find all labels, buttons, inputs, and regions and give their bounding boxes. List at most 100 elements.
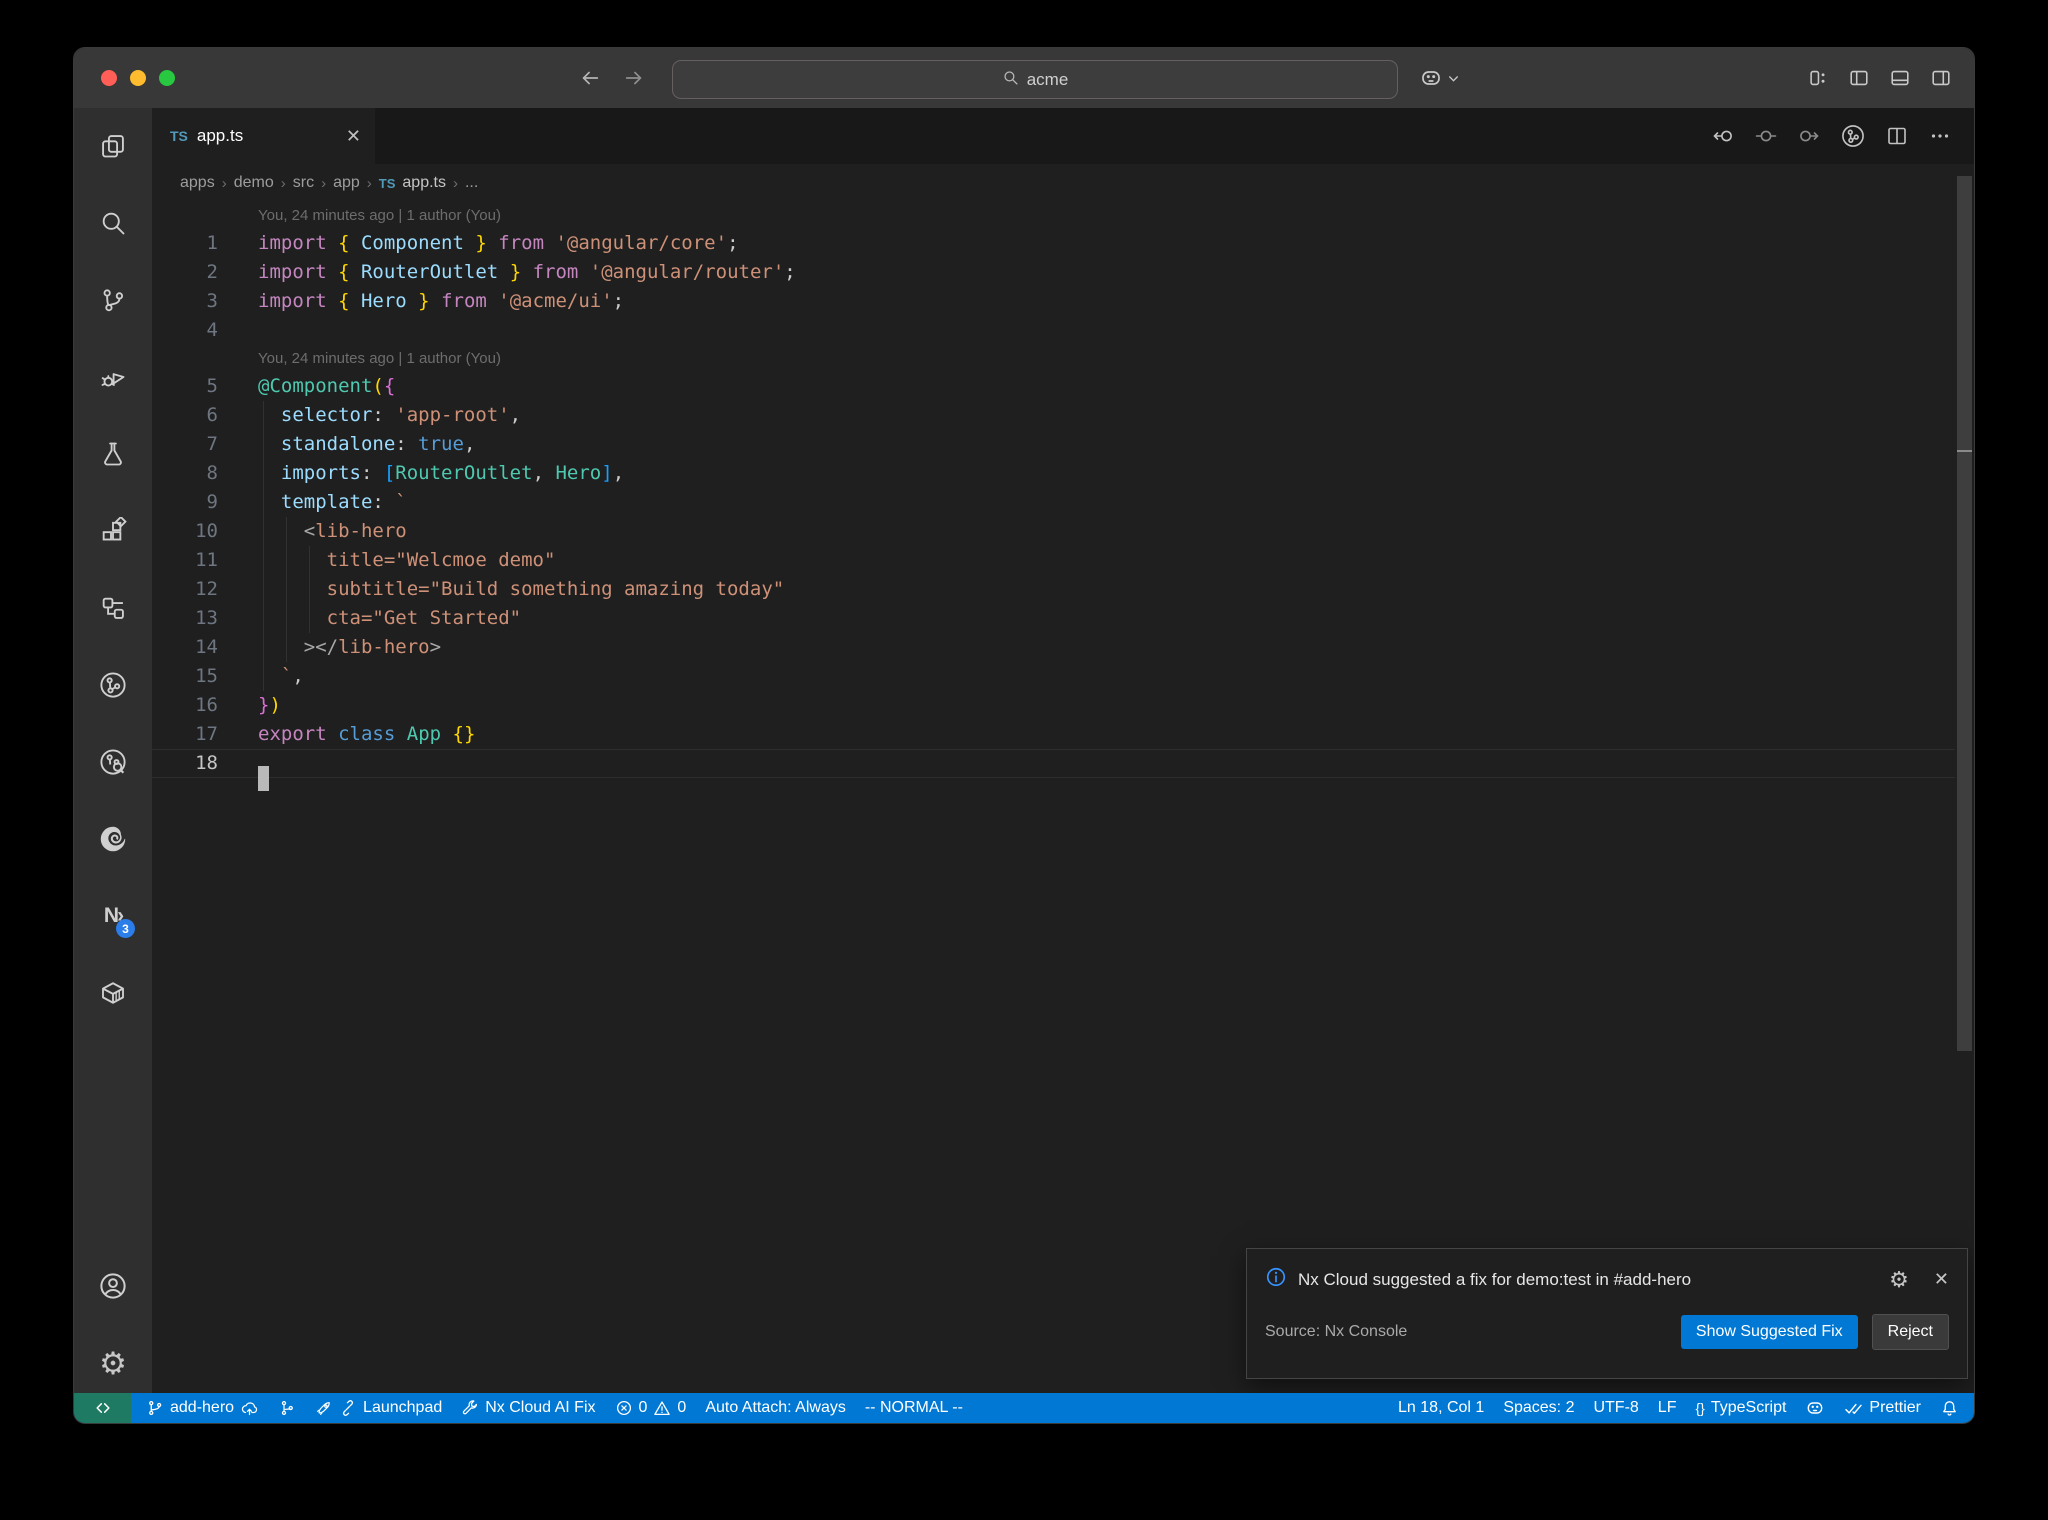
copilot-icon[interactable] bbox=[1419, 66, 1443, 90]
code-line[interactable]: 6 selector: 'app-root', bbox=[152, 401, 1955, 430]
breadcrumb-item[interactable]: app.ts bbox=[402, 174, 446, 192]
settings-gear-icon[interactable]: ⚙ bbox=[93, 1343, 133, 1383]
nx-cloud-ai-fix-status[interactable]: Nx Cloud AI Fix bbox=[461, 1399, 596, 1417]
nx-console-icon[interactable]: N› 3 bbox=[93, 896, 135, 938]
project-structure-icon[interactable] bbox=[93, 588, 133, 628]
code-line[interactable]: 18 bbox=[152, 749, 1955, 791]
indentation-status[interactable]: Spaces: 2 bbox=[1503, 1399, 1574, 1417]
code-line[interactable]: 15 `, bbox=[152, 662, 1955, 691]
copilot-status[interactable] bbox=[1805, 1398, 1825, 1418]
breadcrumb-item[interactable]: src bbox=[293, 174, 314, 192]
code-line[interactable]: 14 ></lib-hero> bbox=[152, 633, 1955, 662]
code-line[interactable]: 11 title="Welcmoe demo" bbox=[152, 546, 1955, 575]
notifications-bell-icon[interactable] bbox=[1940, 1399, 1959, 1418]
extensions-icon[interactable] bbox=[93, 511, 133, 551]
commit-graph-icon[interactable] bbox=[1840, 123, 1866, 149]
next-change-icon[interactable] bbox=[1797, 124, 1821, 148]
eol-status[interactable]: LF bbox=[1658, 1399, 1677, 1417]
notification-settings-gear-icon[interactable]: ⚙ bbox=[1889, 1267, 1909, 1293]
code-line[interactable]: 17 export class App {} bbox=[152, 720, 1955, 749]
testing-icon[interactable] bbox=[93, 434, 133, 474]
language-mode-status[interactable]: {} TypeScript bbox=[1695, 1399, 1786, 1417]
notification-title: Nx Cloud suggested a fix for demo:test i… bbox=[1298, 1269, 1692, 1289]
remote-indicator[interactable] bbox=[74, 1393, 131, 1423]
changes-icon[interactable] bbox=[1754, 124, 1778, 148]
explorer-icon[interactable] bbox=[93, 126, 133, 166]
formatter-status[interactable]: Prettier bbox=[1844, 1399, 1921, 1418]
breadcrumb-item[interactable]: app bbox=[333, 174, 360, 192]
toggle-panel-icon[interactable] bbox=[1889, 67, 1911, 89]
toggle-secondary-sidebar-icon[interactable] bbox=[1930, 67, 1952, 89]
close-tab-icon[interactable]: ✕ bbox=[346, 126, 361, 147]
notification-close-icon[interactable]: ✕ bbox=[1934, 1269, 1949, 1290]
swirl-extension-icon[interactable] bbox=[93, 819, 133, 859]
back-icon[interactable] bbox=[579, 67, 601, 89]
code-line[interactable]: 13 cta="Get Started" bbox=[152, 604, 1955, 633]
braces-icon: {} bbox=[1695, 1400, 1705, 1416]
line-number: 8 bbox=[206, 462, 218, 484]
encoding-status[interactable]: UTF-8 bbox=[1593, 1399, 1638, 1417]
line-number: 1 bbox=[206, 232, 218, 254]
code-line[interactable]: 5 @Component({ bbox=[152, 372, 1955, 401]
maximize-window-button[interactable] bbox=[159, 70, 175, 86]
scrollbar[interactable] bbox=[1955, 164, 1974, 1393]
package-explorer-icon[interactable] bbox=[93, 973, 133, 1013]
launchpad-status[interactable]: Launchpad bbox=[315, 1399, 442, 1417]
commit-graph-icon[interactable] bbox=[93, 665, 133, 705]
code-line[interactable]: 2 import { RouterOutlet } from '@angular/… bbox=[152, 258, 1955, 287]
breadcrumb-item[interactable]: ... bbox=[465, 174, 478, 192]
code-line[interactable]: 1 import { Component } from '@angular/cor… bbox=[152, 229, 1955, 258]
chevron-right-icon: › bbox=[221, 174, 227, 192]
auto-attach-status[interactable]: Auto Attach: Always bbox=[705, 1399, 846, 1417]
code-line[interactable]: 7 standalone: true, bbox=[152, 430, 1955, 459]
git-branch-status[interactable]: add-hero bbox=[146, 1399, 259, 1418]
warning-icon bbox=[654, 1401, 671, 1416]
run-and-debug-icon[interactable] bbox=[93, 357, 133, 397]
code-line[interactable]: 12 subtitle="Build something amazing tod… bbox=[152, 575, 1955, 604]
git-branch-icon bbox=[149, 1400, 162, 1416]
vscode-window: acme N› 3 ⚙ TS app.ts ✕ apps › demo › sr… bbox=[73, 47, 1975, 1424]
problems-status[interactable]: 0 0 bbox=[615, 1399, 686, 1417]
code-line[interactable]: 16}) bbox=[152, 691, 1955, 720]
previous-change-icon[interactable] bbox=[1711, 124, 1735, 148]
forward-icon[interactable] bbox=[623, 67, 645, 89]
toggle-primary-sidebar-icon[interactable] bbox=[1848, 67, 1870, 89]
vim-mode-status[interactable]: -- NORMAL -- bbox=[865, 1399, 963, 1417]
code-line[interactable]: 3 import { Hero } from '@acme/ui'; bbox=[152, 287, 1955, 316]
close-window-button[interactable] bbox=[101, 70, 117, 86]
code-line[interactable]: 8 imports: [RouterOutlet, Hero], bbox=[152, 459, 1955, 488]
line-number: 17 bbox=[195, 723, 218, 745]
search-icon[interactable] bbox=[93, 203, 133, 243]
line-number: 6 bbox=[206, 404, 218, 426]
tab-label: app.ts bbox=[196, 126, 244, 145]
title-bar: acme bbox=[74, 48, 1974, 108]
breadcrumb-item[interactable]: apps bbox=[180, 174, 215, 192]
gitlens-search-icon[interactable] bbox=[93, 742, 133, 782]
remote-icon bbox=[95, 1403, 110, 1413]
reject-button[interactable]: Reject bbox=[1871, 1314, 1949, 1350]
breadcrumb-item[interactable]: demo bbox=[234, 174, 274, 192]
customize-layout-icon[interactable] bbox=[1807, 67, 1829, 89]
code-line[interactable]: 9 template: ` bbox=[152, 488, 1955, 517]
show-suggested-fix-button[interactable]: Show Suggested Fix bbox=[1680, 1315, 1858, 1349]
chevron-down-icon[interactable] bbox=[1447, 72, 1460, 85]
error-icon bbox=[616, 1400, 631, 1416]
source-control-icon[interactable] bbox=[93, 280, 133, 320]
minimize-window-button[interactable] bbox=[130, 70, 146, 86]
line-number: 13 bbox=[195, 607, 218, 629]
scrollbar-thumb[interactable] bbox=[1957, 176, 1972, 1051]
more-actions-icon[interactable] bbox=[1928, 124, 1952, 148]
blame-annotation: You, 24 minutes ago | 1 author (You) bbox=[258, 207, 501, 224]
code-editor[interactable]: You, 24 minutes ago | 1 author (You) 1 imp… bbox=[152, 202, 1955, 1393]
code-rows: You, 24 minutes ago | 1 author (You) 1 imp… bbox=[152, 202, 1955, 791]
accounts-icon[interactable] bbox=[93, 1266, 133, 1306]
chevron-right-icon: › bbox=[280, 174, 286, 192]
code-line[interactable]: 10 <lib-hero bbox=[152, 517, 1955, 546]
line-number: 16 bbox=[195, 694, 218, 716]
split-editor-icon[interactable] bbox=[1885, 124, 1909, 148]
cursor-position-status[interactable]: Ln 18, Col 1 bbox=[1398, 1399, 1484, 1417]
code-line[interactable]: 4 bbox=[152, 316, 1955, 345]
gitlens-branch-status[interactable] bbox=[278, 1399, 296, 1417]
command-center-search[interactable]: acme bbox=[672, 60, 1398, 99]
tab-app-ts[interactable]: TS app.ts ✕ bbox=[152, 108, 375, 164]
